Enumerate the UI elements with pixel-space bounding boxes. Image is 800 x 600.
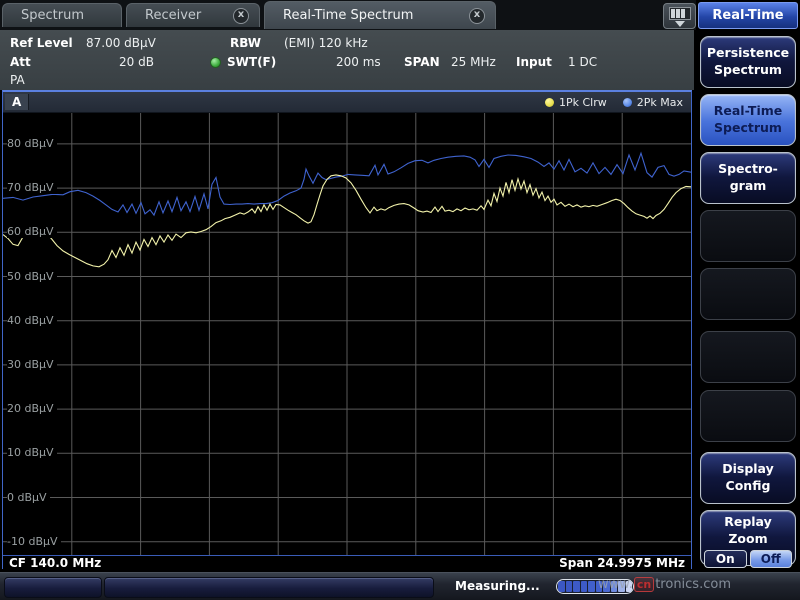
y-tick-label: 40 dBµV (7, 314, 57, 327)
tab-bar: Spectrum Receiver x Real-Time Spectrum x (0, 0, 696, 30)
close-icon[interactable]: x (233, 8, 249, 24)
ref-level-label: Ref Level (10, 36, 73, 50)
tab-label: Real-Time Spectrum (283, 8, 413, 23)
measuring-status: Measuring... (455, 579, 540, 593)
softkey-replay-zoom[interactable]: Replay Zoom On Off (700, 510, 796, 566)
y-tick-label: 50 dBµV (7, 270, 57, 283)
y-tick-label: -10 dBµV (7, 535, 61, 548)
status-button-1[interactable] (4, 577, 102, 598)
y-tick-label: 70 dBµV (7, 181, 57, 194)
y-tick-label: 60 dBµV (7, 225, 57, 238)
chevron-down-icon (675, 21, 685, 27)
measurement-window: A 1Pk Clrw 2Pk Max 80 dBµV 70 dBµV 60 dBµV… (2, 90, 692, 569)
softkey-empty-2[interactable] (700, 268, 796, 320)
spectrum-traces (3, 113, 691, 555)
softkey-display-config[interactable]: Display Config (700, 452, 796, 504)
rbw-value[interactable]: (EMI) 120 kHz (284, 36, 368, 50)
center-frequency-label: CF 140.0 MHz (9, 556, 101, 571)
y-tick-label: 30 dBµV (7, 358, 57, 371)
transducer-label: PA (10, 73, 25, 87)
span-label: SPAN (404, 55, 440, 69)
swt-value[interactable]: 200 ms (336, 55, 381, 69)
y-tick-label: 20 dBµV (7, 402, 57, 415)
softkey-sidebar: Real-Time Persistence Spectrum Real-Time… (696, 0, 800, 572)
close-icon[interactable]: x (469, 8, 485, 24)
progress-segment (588, 581, 595, 592)
softkey-empty-4[interactable] (700, 390, 796, 442)
softkey-persistence-spectrum[interactable]: Persistence Spectrum (700, 36, 796, 88)
span-value[interactable]: 25 MHz (451, 55, 496, 69)
softkey-empty-3[interactable] (700, 331, 796, 383)
softkey-spectrogram[interactable]: Spectro- gram (700, 152, 796, 204)
legend-item: 2Pk Max (623, 96, 683, 109)
replay-zoom-on-button[interactable]: On (704, 550, 747, 568)
replay-zoom-label: Replay Zoom (724, 514, 772, 548)
watermark-text: tronics.com (655, 577, 731, 592)
span-label-bottom: Span 24.9975 MHz (559, 556, 685, 571)
trace2-label: 2Pk Max (637, 96, 683, 109)
softkey-empty-1[interactable] (700, 210, 796, 262)
y-tick-label: 80 dBµV (7, 137, 57, 150)
progress-segment (566, 581, 573, 592)
tab-spectrum[interactable]: Spectrum (2, 3, 122, 27)
frequency-axis-bar: CF 140.0 MHz Span 24.9975 MHz (3, 555, 691, 571)
watermark-logo: cn (634, 577, 654, 592)
y-tick-label: 0 dBµV (7, 491, 50, 504)
trace1-dot-icon (545, 98, 554, 107)
watermark-text: www. (598, 577, 633, 592)
ref-level-value[interactable]: 87.00 dBµV (86, 36, 156, 50)
input-value[interactable]: 1 DC (568, 55, 597, 69)
tab-receiver[interactable]: Receiver x (126, 3, 260, 27)
input-label: Input (516, 55, 552, 69)
window-id: A (5, 94, 29, 110)
att-value[interactable]: 20 dB (119, 55, 154, 69)
legend-item: 1Pk Clrw (545, 96, 607, 109)
trace-legend: 1Pk Clrw 2Pk Max (545, 96, 683, 109)
swt-label: SWT(F) (227, 55, 276, 69)
tab-label: Spectrum (21, 8, 84, 23)
progress-segment (558, 581, 565, 592)
tab-real-time-spectrum[interactable]: Real-Time Spectrum x (264, 1, 496, 29)
att-label: Att (10, 55, 31, 69)
trace1-label: 1Pk Clrw (559, 96, 607, 109)
settings-header: Ref Level 87.00 dBµV RBW (EMI) 120 kHz A… (0, 30, 694, 90)
softkey-menu-title: Real-Time (698, 2, 798, 29)
tab-label: Receiver (145, 8, 201, 23)
spectrum-plot: 80 dBµV 70 dBµV 60 dBµV 50 dBµV 40 dBµV 30 dB… (3, 113, 691, 555)
rbw-label: RBW (230, 36, 261, 50)
status-button-2[interactable] (104, 577, 434, 598)
watermark: www.cntronics.com (598, 577, 731, 592)
window-layout-icon (669, 7, 691, 20)
replay-zoom-off-button[interactable]: Off (750, 550, 793, 568)
progress-segment (581, 581, 588, 592)
y-tick-label: 10 dBµV (7, 446, 57, 459)
trace2-dot-icon (623, 98, 632, 107)
progress-segment (573, 581, 580, 592)
instrument-screen: Spectrum Receiver x Real-Time Spectrum x… (0, 0, 800, 600)
sweep-led-icon (210, 57, 221, 68)
window-layout-button[interactable] (663, 3, 696, 29)
window-title-bar: A 1Pk Clrw 2Pk Max (3, 92, 691, 113)
replay-zoom-toggle: On Off (704, 550, 792, 568)
softkey-real-time-spectrum[interactable]: Real-Time Spectrum (700, 94, 796, 146)
